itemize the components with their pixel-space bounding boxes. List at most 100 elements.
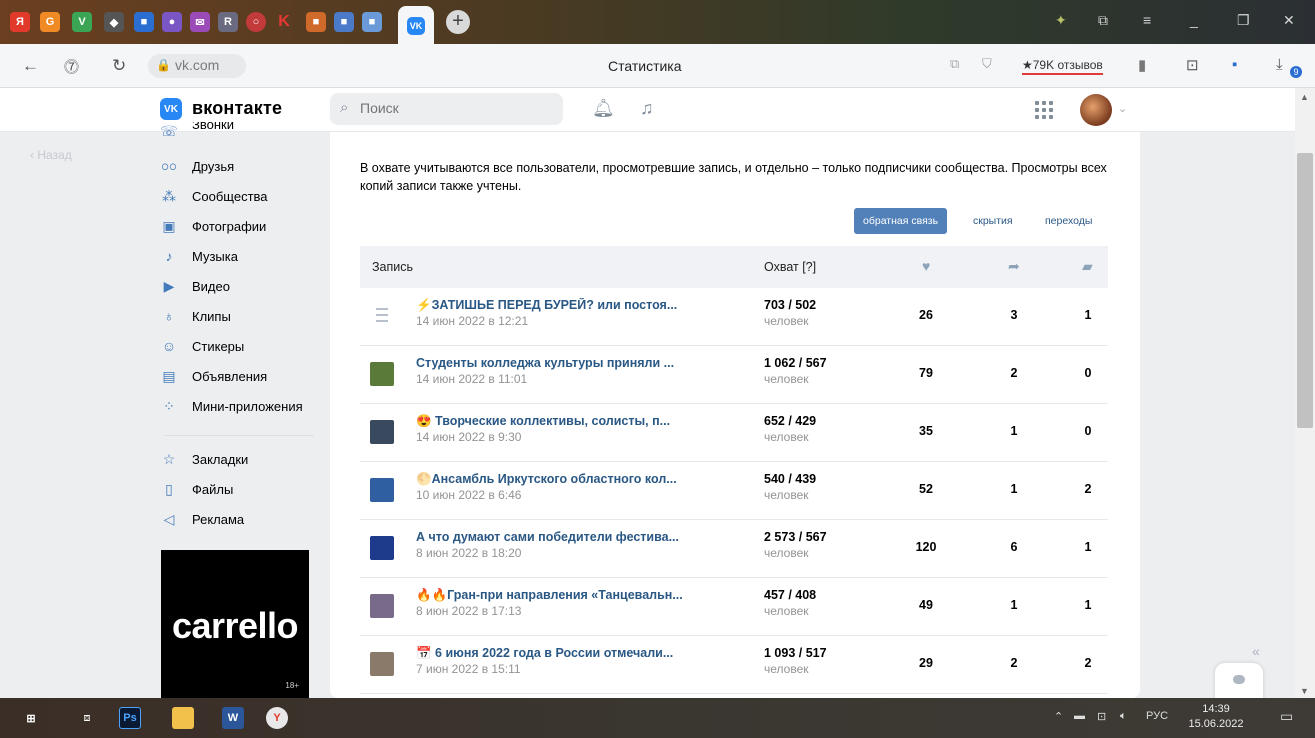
- filter-hidden[interactable]: скрытия: [964, 208, 1022, 234]
- notifications-center-icon[interactable]: ▭: [1280, 708, 1293, 725]
- tab-icon[interactable]: ◆: [104, 12, 124, 32]
- extension-icon[interactable]: ✦: [1055, 12, 1067, 29]
- table-row[interactable]: А что думают сами победители фестива... 8…: [360, 520, 1108, 578]
- close-icon[interactable]: ✕: [1283, 12, 1295, 29]
- clock[interactable]: 14:39 15.06.2022: [1186, 702, 1246, 732]
- apps-grid-icon[interactable]: [1035, 101, 1053, 119]
- tab-icon[interactable]: G: [40, 12, 60, 32]
- post-title[interactable]: 🔥🔥Гран-при направления «Танцевальн...: [416, 588, 706, 603]
- url-text[interactable]: vk.com: [175, 57, 219, 73]
- column-reach[interactable]: Охват [?]: [764, 260, 816, 274]
- sidebar-item-classifieds[interactable]: ▤ Объявления: [158, 362, 318, 390]
- scroll-down-icon[interactable]: ▼: [1300, 686, 1309, 696]
- sidebar-item-friends[interactable]: ဝဝ Друзья: [158, 152, 318, 180]
- filter-clicks[interactable]: переходы: [1036, 208, 1101, 234]
- downloads-icon[interactable]: ⤓: [1276, 56, 1283, 73]
- back-link[interactable]: ‹ Назад: [30, 148, 72, 162]
- scrollbar-thumb[interactable]: [1297, 153, 1313, 428]
- sidebar-item-files[interactable]: ▯ Файлы: [158, 475, 318, 503]
- tab-manager-icon[interactable]: ⧉: [1098, 12, 1108, 29]
- tab-icon[interactable]: ○: [246, 12, 266, 32]
- likes-icon[interactable]: ♥: [922, 258, 930, 274]
- tab-icon[interactable]: K: [274, 12, 294, 32]
- table-row[interactable]: Студенты колледжа культуры приняли ... 14…: [360, 346, 1108, 404]
- new-tab-button[interactable]: +: [446, 10, 470, 34]
- sidebar-item-bookmarks[interactable]: ☆ Закладки: [158, 445, 318, 473]
- back-arrow-icon[interactable]: ←: [22, 56, 39, 76]
- active-tab[interactable]: VK: [398, 6, 434, 44]
- collapse-chat-icon[interactable]: «: [1252, 643, 1260, 659]
- language-indicator[interactable]: РУС: [1146, 710, 1168, 722]
- sidebar-item-photos[interactable]: ▣ Фотографии: [158, 212, 318, 240]
- tray-chevron-icon[interactable]: ⌃: [1054, 710, 1063, 723]
- battery-icon[interactable]: ▬: [1074, 710, 1085, 722]
- collections-icon[interactable]: ▪: [1232, 56, 1237, 73]
- search-input[interactable]: [360, 100, 550, 116]
- tab-icon[interactable]: ●: [162, 12, 182, 32]
- scroll-up-icon[interactable]: ▲: [1300, 92, 1309, 102]
- vk-logo-text[interactable]: вконтакте: [192, 98, 282, 119]
- post-title[interactable]: 📅 6 июня 2022 года в России отмечали...: [416, 646, 706, 661]
- table-row[interactable]: 📅 6 июня 2022 года в России отмечали... 7…: [360, 636, 1108, 694]
- table-row[interactable]: 😍 Творческие коллективы, солисты, п... 14…: [360, 404, 1108, 462]
- post-thumbnail[interactable]: [370, 362, 394, 386]
- comment-icon[interactable]: ▰: [1082, 258, 1093, 275]
- task-view-icon[interactable]: ⧈: [76, 707, 98, 729]
- reload-icon[interactable]: ↻: [112, 56, 126, 76]
- post-title[interactable]: 😍 Творческие коллективы, солисты, п...: [416, 414, 706, 429]
- post-title[interactable]: ⚡ЗАТИШЬЕ ПЕРЕД БУРЕЙ? или постоя...: [416, 298, 706, 313]
- extensions-icon[interactable]: ⊡: [1186, 56, 1199, 74]
- sidebar-item-mini-apps[interactable]: ⁘ Мини-приложения: [158, 392, 318, 420]
- bookmark-icon[interactable]: ▮: [1138, 56, 1146, 74]
- tab-icon[interactable]: ■: [362, 12, 382, 32]
- post-thumbnail[interactable]: [370, 478, 394, 502]
- post-thumbnail[interactable]: [370, 420, 394, 444]
- sidebar-item-communities[interactable]: ⁂ Сообщества: [158, 182, 318, 210]
- photoshop-icon[interactable]: Ps: [119, 707, 141, 729]
- chevron-down-icon[interactable]: ⌄: [1118, 102, 1127, 115]
- sidebar-item-clips[interactable]: ♁ Клипы: [158, 302, 318, 330]
- file-explorer-icon[interactable]: [172, 707, 194, 729]
- post-title[interactable]: Студенты колледжа культуры приняли ...: [416, 356, 706, 370]
- notifications-icon[interactable]: 🔔︎: [592, 98, 615, 119]
- reviews-badge[interactable]: ★79K отзывов: [1022, 58, 1103, 75]
- search-box[interactable]: ⌕: [330, 93, 563, 125]
- post-thumbnail[interactable]: [370, 594, 394, 618]
- music-player-icon[interactable]: ♫: [640, 98, 654, 119]
- protect-icon[interactable]: ⛉: [982, 56, 992, 72]
- maximize-icon[interactable]: ❐: [1237, 12, 1250, 29]
- tab-icon[interactable]: R: [218, 12, 238, 32]
- tab-icon[interactable]: ✉: [190, 12, 210, 32]
- chat-button[interactable]: [1215, 663, 1263, 703]
- windows-start-icon[interactable]: ⊞: [20, 707, 42, 729]
- tab-icon[interactable]: ■: [306, 12, 326, 32]
- sidebar-item-music[interactable]: ♪ Музыка: [158, 242, 318, 270]
- post-title[interactable]: 🌕Ансамбль Иркутского областного кол...: [416, 472, 706, 487]
- copy-icon[interactable]: ⧉: [950, 56, 959, 72]
- tab-icon[interactable]: V: [72, 12, 92, 32]
- yandex-tab-icon[interactable]: Я: [10, 12, 30, 32]
- tab-icon[interactable]: ■: [334, 12, 354, 32]
- minimize-icon[interactable]: _: [1190, 12, 1198, 28]
- sidebar-item-ads[interactable]: ◁ Реклама: [158, 505, 318, 533]
- post-thumbnail[interactable]: [370, 536, 394, 560]
- table-row[interactable]: 🌕Ансамбль Иркутского областного кол... 10…: [360, 462, 1108, 520]
- volume-icon[interactable]: 🔈︎: [1120, 710, 1127, 723]
- avatar[interactable]: [1080, 94, 1112, 126]
- word-icon[interactable]: W: [222, 707, 244, 729]
- post-thumbnail[interactable]: [370, 652, 394, 676]
- filter-feedback[interactable]: обратная связь: [854, 208, 948, 234]
- table-row[interactable]: 🔥🔥Гран-при направления «Танцевальн... 8 и…: [360, 578, 1108, 636]
- sidebar-item-calls[interactable]: ☏ Звонки: [158, 122, 318, 140]
- network-icon[interactable]: ⊡: [1097, 710, 1106, 723]
- menu-icon[interactable]: ≡: [1143, 12, 1151, 28]
- yandex-browser-icon[interactable]: Y: [266, 707, 288, 729]
- table-row[interactable]: ⚡ЗАТИШЬЕ ПЕРЕД БУРЕЙ? или постоя... 14 ию…: [360, 288, 1108, 346]
- post-title[interactable]: А что думают сами победители фестива...: [416, 530, 706, 544]
- yandex-icon[interactable]: ⓻: [64, 56, 79, 77]
- vk-logo-icon[interactable]: VK: [160, 98, 182, 120]
- share-icon[interactable]: ➦: [1008, 258, 1020, 275]
- ad-banner[interactable]: carrello 18+: [161, 550, 309, 698]
- sidebar-item-video[interactable]: ▶ Видео: [158, 272, 318, 300]
- column-post[interactable]: Запись: [372, 260, 413, 274]
